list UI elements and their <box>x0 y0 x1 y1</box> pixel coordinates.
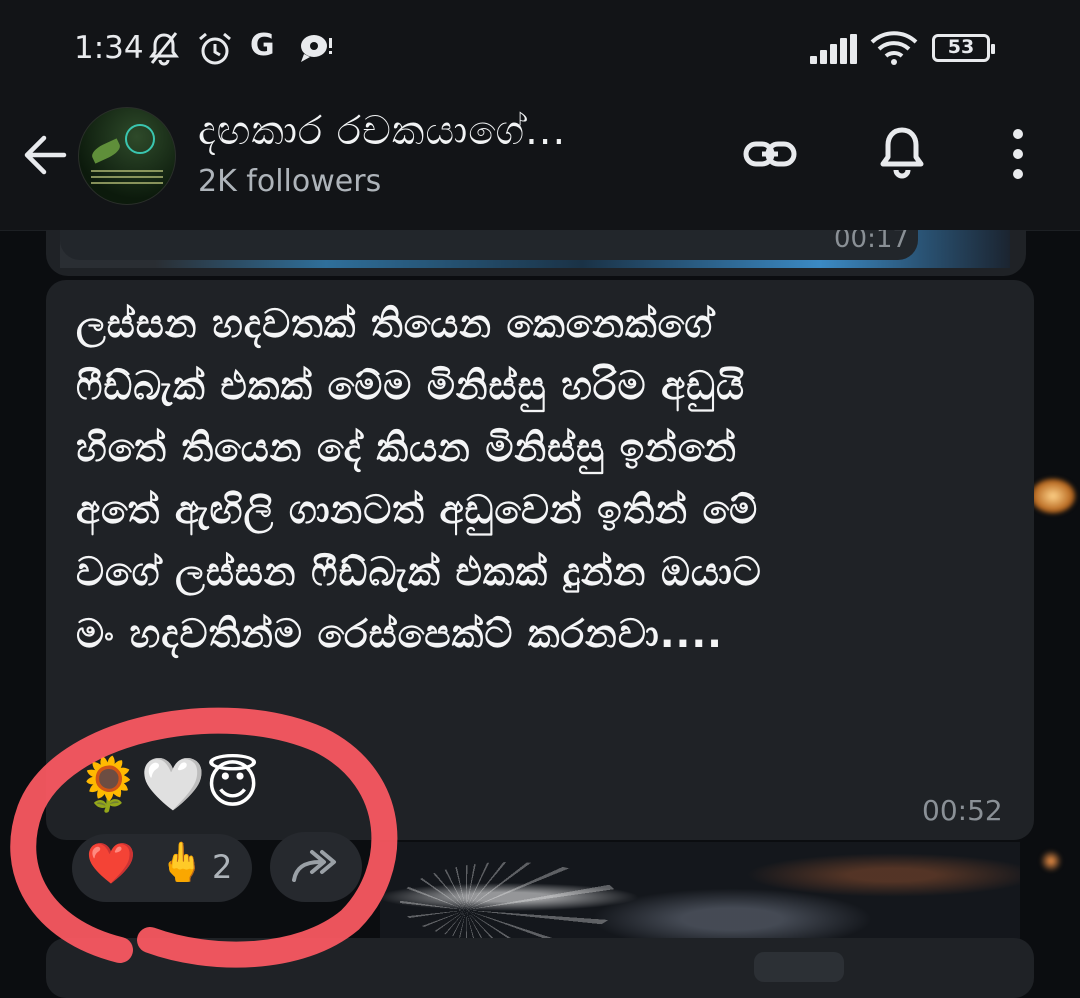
reaction-heart: ❤️ <box>86 841 136 887</box>
reaction-count: 2 <box>212 848 233 886</box>
alarm-icon <box>199 32 231 65</box>
reaction-hand: 🖕 <box>158 840 206 884</box>
previous-message-time: 00:17 <box>834 230 909 254</box>
channel-name[interactable]: දඟකාර රචකයාගේ... <box>198 108 566 154</box>
more-vert-icon[interactable] <box>986 122 1050 186</box>
google-icon: G <box>250 28 275 63</box>
link-icon[interactable] <box>738 122 802 186</box>
message-line: ලස්සන හදවතක් තියෙන කෙනෙක්ගේ <box>76 302 714 347</box>
message-line: මං හදවතින්ම රෙස්පෙක්ට් කරනවා.... <box>76 612 723 657</box>
channel-avatar[interactable] <box>78 107 176 205</box>
avatar-leaf <box>89 138 123 164</box>
forward-icon <box>292 850 336 882</box>
back-arrow-icon[interactable] <box>20 130 70 180</box>
wallpaper-light <box>1040 850 1062 872</box>
cell-signal-icon <box>810 34 858 64</box>
chat-notification-icon <box>301 35 332 62</box>
follower-count: 2K followers <box>198 164 382 199</box>
avatar-emblem <box>125 124 155 154</box>
status-bar: 1:34 G 53 <box>0 0 1080 100</box>
reaction-chip[interactable]: ❤️ 🖕 2 <box>72 834 252 902</box>
message-bubble[interactable]: ලස්සන හදවතක් තියෙන කෙනෙක්ගේ ෆීඩ්බැක් එකක… <box>46 280 1034 840</box>
message-time: 00:52 <box>922 794 1003 827</box>
message-emojis: 🌻🤍😇 <box>76 755 260 815</box>
mute-bell-icon <box>149 32 179 66</box>
battery-level: 53 <box>947 36 975 58</box>
battery-icon: 53 <box>932 34 995 62</box>
message-line: ෆීඩ්බැක් එකක් මේම මිනිස්සු හරිම අඩුයි <box>76 364 746 409</box>
bell-icon[interactable] <box>870 122 934 186</box>
channel-header: දඟකාර රචකයාගේ... 2K followers <box>0 100 1080 231</box>
avatar-text-lines <box>91 170 163 188</box>
forward-button[interactable] <box>270 832 362 902</box>
next-message[interactable] <box>46 938 1034 998</box>
previous-message[interactable]: 00:17 <box>46 230 1026 276</box>
message-line: හිතේ තියෙන දේ කියන මිනිස්සු ඉන්නේ <box>76 426 738 471</box>
wallpaper-fireworks <box>380 842 1020 952</box>
message-line: වගේ ලස්සන ෆීඩ්බැක් එකක් දුන්න ඔයාට <box>76 550 762 595</box>
message-line: අතේ ඇඟිලි ගානටත් අඩුවෙන් ඉතින් මේ <box>76 488 759 533</box>
previous-message-footer <box>60 230 918 260</box>
status-time: 1:34 <box>74 30 144 66</box>
message-text: ලස්සන හදවතක් තියෙන කෙනෙක්ගේ ෆීඩ්බැක් එකක… <box>76 294 1016 666</box>
wifi-icon <box>870 31 918 65</box>
next-message-preview <box>754 952 844 982</box>
wallpaper-light <box>1030 478 1076 514</box>
